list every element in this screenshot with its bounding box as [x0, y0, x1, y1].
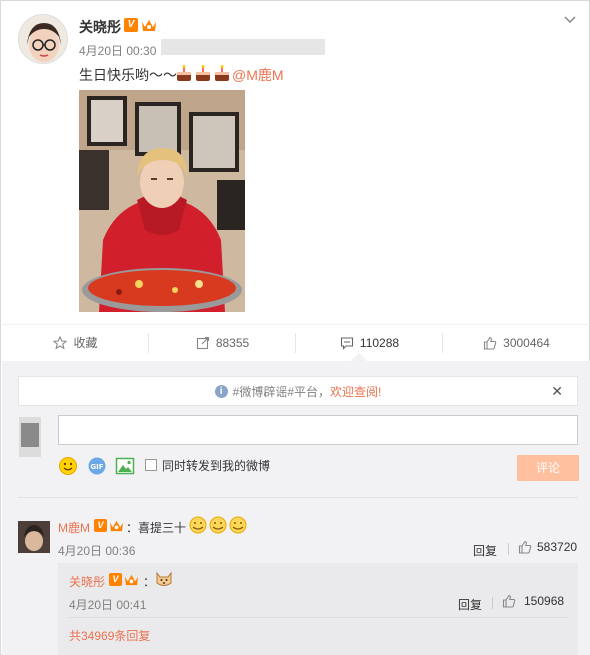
verified-badge: V	[94, 519, 107, 532]
repost-checkbox[interactable]	[145, 459, 157, 471]
comment-reply-button[interactable]: 回复	[473, 542, 497, 559]
cake-emoji-group	[175, 64, 231, 82]
star-icon	[53, 335, 68, 349]
comment-panel: i #微博辟谣#平台， 欢迎查阅! ✕ GIF 同时转发到我的微博 评论 M鹿M…	[2, 361, 590, 655]
gif-icon[interactable]: GIF	[87, 456, 107, 476]
vip-crown-icon	[110, 520, 123, 532]
repost-checkbox-label[interactable]: 同时转发到我的微博	[162, 457, 270, 474]
mention-link[interactable]: @M鹿M	[232, 65, 284, 85]
like-button[interactable]: 3000464	[443, 325, 590, 360]
thumbs-up-icon	[484, 336, 497, 350]
cake-emoji-icon	[215, 65, 229, 81]
chevron-down-icon[interactable]	[563, 13, 577, 27]
rumor-notice: i #微博辟谣#平台， 欢迎查阅! ✕	[18, 376, 578, 406]
divider	[492, 597, 493, 609]
clap-emoji-icon	[209, 516, 227, 534]
comment-icon	[340, 336, 353, 350]
reply-author[interactable]: 关晓彤	[69, 573, 105, 590]
reply-like-count: 150968	[524, 594, 565, 608]
notice-link[interactable]: 欢迎查阅!	[330, 383, 381, 400]
verified-badge[interactable]: V	[124, 18, 138, 32]
vip-crown-icon[interactable]	[141, 18, 156, 32]
divider	[69, 617, 567, 618]
cake-emoji-icon	[177, 65, 191, 81]
info-icon: i	[214, 384, 228, 398]
comment-button[interactable]: 110288	[296, 325, 443, 360]
favorite-button[interactable]: 收藏	[2, 325, 149, 360]
emoji-group	[188, 515, 248, 535]
vip-crown-icon	[125, 574, 138, 586]
comment-like-button[interactable]: 583720	[518, 540, 577, 554]
divider	[508, 543, 509, 555]
repost-button[interactable]: 88355	[149, 325, 296, 360]
favorite-label: 收藏	[73, 336, 98, 350]
reply-like-button[interactable]: 150968	[502, 594, 564, 608]
cat-emoji-icon	[156, 571, 172, 586]
submit-comment-button[interactable]: 评论	[517, 455, 579, 481]
post-text: 生日快乐哟～～	[79, 67, 177, 83]
action-bar: 收藏 88355 110288 3000464	[2, 324, 590, 360]
clap-emoji-icon	[189, 516, 207, 534]
reply-thread: 关晓彤 V ： 4月20日 00:41 回复 150968 共34969条回复	[58, 563, 578, 655]
repost-count: 88355	[215, 335, 250, 350]
author-name[interactable]: 关晓彤	[79, 17, 121, 37]
author-avatar[interactable]	[18, 14, 68, 64]
image-icon[interactable]	[115, 456, 135, 476]
post-photo[interactable]	[79, 90, 245, 312]
current-user-avatar[interactable]	[19, 417, 41, 457]
reply-timestamp: 4月20日 00:41	[69, 598, 147, 612]
comment-input[interactable]	[58, 415, 578, 445]
emoji-icon[interactable]	[58, 456, 78, 476]
comment-like-count: 583720	[537, 540, 578, 554]
commenter-avatar[interactable]	[18, 521, 50, 553]
like-count: 3000464	[503, 335, 550, 350]
reply-author-badges: V	[109, 573, 139, 586]
cake-emoji-icon	[196, 65, 210, 81]
thumbs-up-icon	[502, 594, 516, 608]
comment-author-badges: V	[94, 519, 124, 532]
comment-timestamp: 4月20日 00:36	[58, 544, 136, 558]
reply-reply-button[interactable]: 回复	[458, 596, 482, 613]
redacted-source	[161, 39, 325, 55]
divider	[18, 497, 578, 498]
comment-count: 110288	[359, 335, 400, 350]
total-replies-link[interactable]: 共34969条回复	[69, 627, 150, 644]
comment-author[interactable]: M鹿M	[58, 519, 90, 536]
notice-text: #微博辟谣#平台，	[232, 384, 330, 399]
thumbs-up-icon	[518, 540, 532, 554]
weibo-post-card: 关晓彤 V 4月20日 00:30 生日快乐哟～～ @M鹿M 收藏 88355 …	[0, 0, 590, 655]
post-timestamp[interactable]: 4月20日 00:30	[79, 42, 156, 59]
comment-pointer	[351, 353, 367, 361]
repost-icon	[196, 336, 209, 349]
verified-badge: V	[109, 573, 122, 586]
clap-emoji-icon	[229, 516, 247, 534]
svg-text:GIF: GIF	[90, 463, 103, 471]
comment-text: ：喜提三十	[126, 521, 187, 535]
close-icon[interactable]: ✕	[551, 383, 563, 400]
